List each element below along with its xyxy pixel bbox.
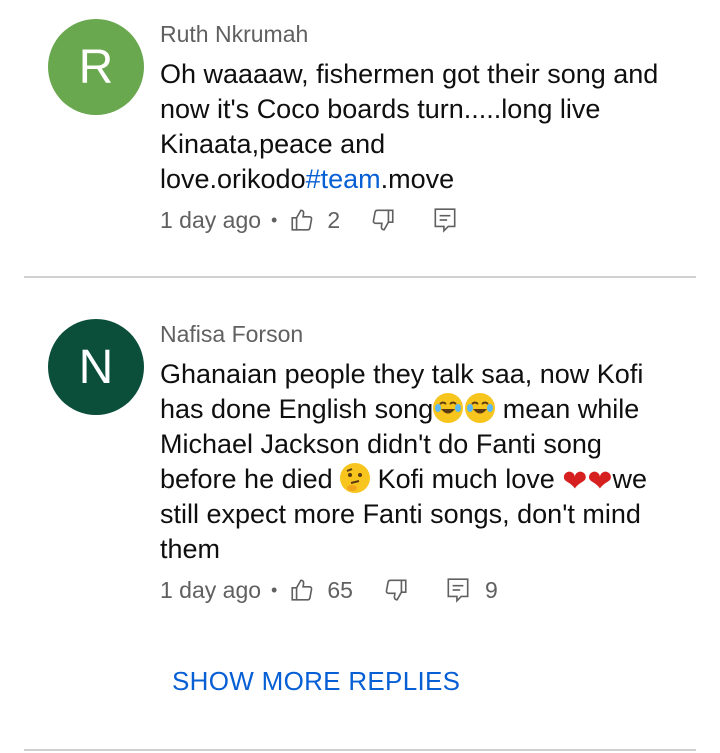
avatar-letter: N	[78, 340, 114, 394]
comment-nafisa: N Nafisa Forson Ghanaian people they tal…	[0, 300, 720, 620]
separator-dot: •	[271, 579, 278, 600]
divider	[24, 276, 696, 278]
comment-actions: 1 day ago • 65 9	[160, 574, 526, 606]
face-with-tears-of-joy-emoji	[433, 393, 464, 423]
separator-dot: •	[271, 209, 278, 230]
reply-count: 9	[484, 576, 498, 603]
thumbs-down-icon[interactable]	[381, 575, 411, 605]
red-heart-emoji: ❤	[562, 465, 588, 498]
thumbs-down-icon[interactable]	[368, 205, 398, 235]
comment-text: Ghanaian people they talk saa, now Kofi …	[160, 357, 680, 567]
face-with-tears-of-joy-emoji	[465, 393, 496, 423]
comment-ruth: R Ruth Nkrumah Oh waaaaw, fishermen got …	[0, 0, 720, 270]
hashtag-link[interactable]: #team	[306, 164, 381, 194]
comment-text-part: Kofi much love	[370, 464, 563, 494]
comment-text: Oh waaaaw, fishermen got their song and …	[160, 57, 680, 197]
show-more-replies-button[interactable]: SHOW MORE REPLIES	[172, 666, 460, 697]
avatar[interactable]: N	[48, 319, 144, 415]
like-count: 2	[327, 206, 341, 233]
reply-comment-icon[interactable]	[430, 205, 460, 235]
avatar[interactable]: R	[48, 19, 144, 115]
comment-time: 1 day ago	[160, 206, 262, 233]
thumbs-up-icon[interactable]	[287, 205, 317, 235]
avatar-letter: R	[78, 40, 114, 94]
comment-author[interactable]: Ruth Nkrumah	[160, 21, 308, 48]
divider	[24, 749, 696, 751]
comment-text-part: .move	[380, 164, 455, 194]
thumbs-up-icon[interactable]	[287, 575, 317, 605]
like-count: 65	[327, 576, 353, 603]
reply-comment-icon[interactable]	[443, 575, 473, 605]
red-heart-emoji: ❤	[587, 465, 613, 498]
comment-actions: 1 day ago • 2	[160, 204, 460, 236]
thinking-face-emoji	[340, 463, 371, 493]
comment-author[interactable]: Nafisa Forson	[160, 321, 303, 348]
comment-time: 1 day ago	[160, 576, 262, 603]
